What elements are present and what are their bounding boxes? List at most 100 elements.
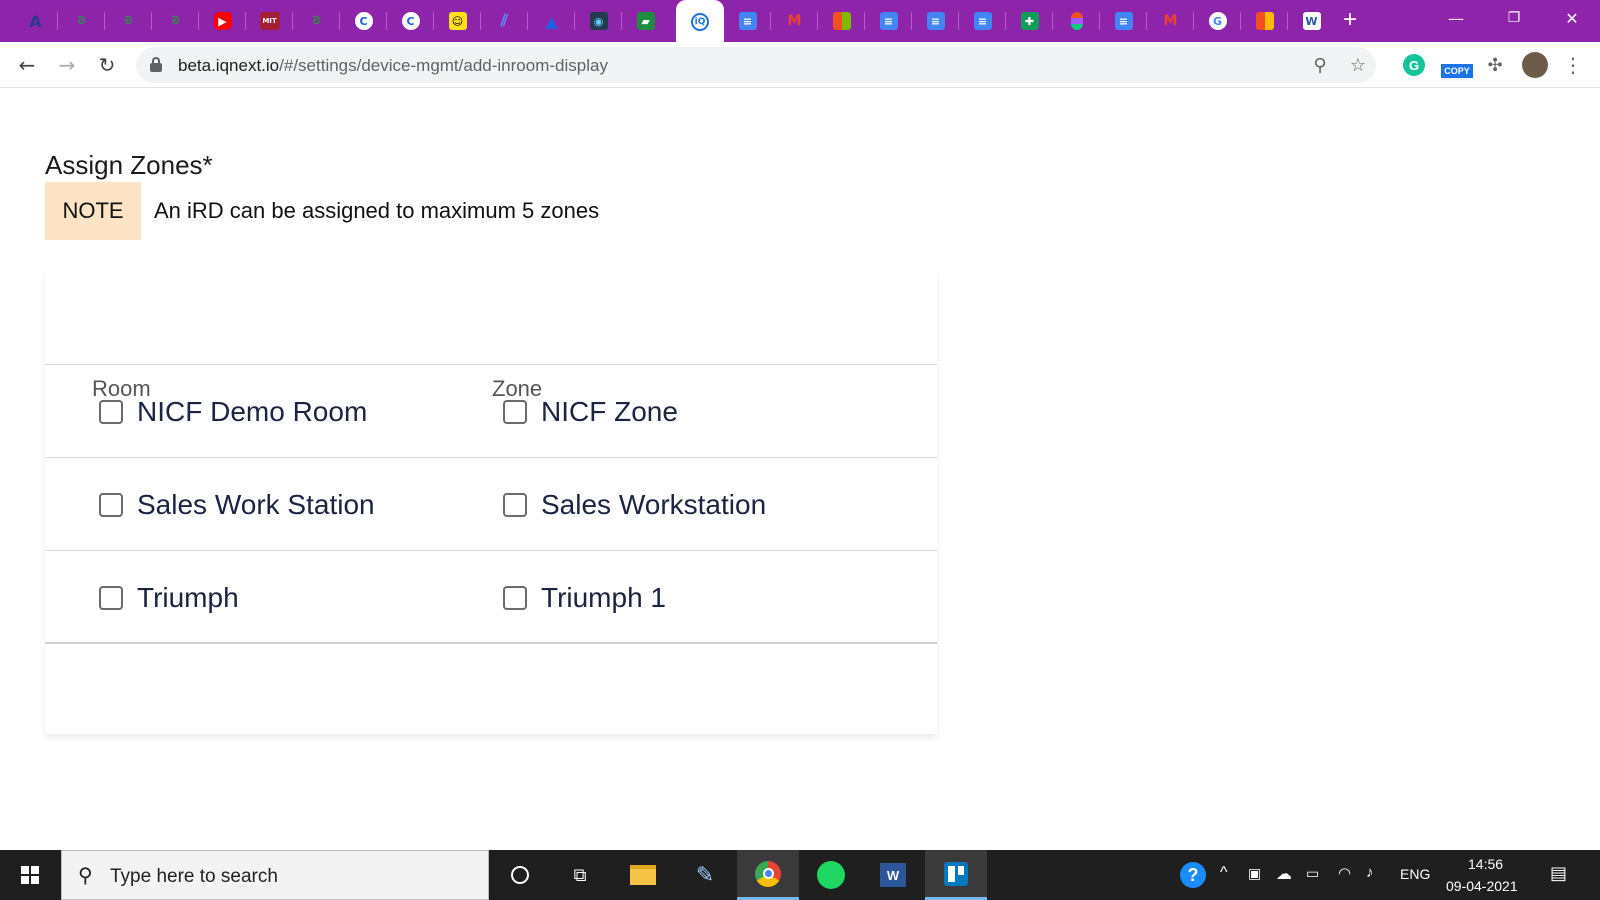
start-button[interactable] (0, 850, 60, 900)
reload-icon: ↻ (98, 53, 116, 77)
extensions-puzzle-icon[interactable]: ✣ (1480, 50, 1510, 80)
volume-icon[interactable]: ♪ (1366, 864, 1374, 881)
zoom-icon[interactable]: ⚲ (1308, 53, 1332, 77)
browser-tab[interactable]: ᘒ (152, 0, 199, 42)
room-checkbox[interactable] (99, 492, 123, 517)
browser-tab[interactable]: W (1288, 0, 1335, 42)
browser-tab[interactable]: C (340, 0, 387, 42)
browser-tab[interactable]: C (387, 0, 434, 42)
zone-checkbox[interactable] (503, 585, 527, 610)
spotify-button[interactable] (800, 850, 862, 900)
room-label: Sales Work Station (137, 488, 375, 520)
browser-tab[interactable]: ≡ (724, 0, 771, 42)
browser-tab-active[interactable]: iQ (676, 0, 724, 44)
zone-label: Triumph 1 (541, 581, 667, 613)
browser-tab[interactable]: M (771, 0, 818, 42)
browser-tab[interactable]: G (1194, 0, 1241, 42)
bookmark-star-icon[interactable]: ☆ (1346, 53, 1370, 77)
search-placeholder: Type here to search (110, 866, 278, 887)
browser-tab[interactable]: A (12, 0, 59, 42)
browser-tab[interactable]: ▲ (528, 0, 575, 42)
clock-time[interactable]: 14:56 (1468, 856, 1503, 872)
chrome-taskbar-button[interactable] (737, 850, 799, 900)
forward-button[interactable]: → (52, 50, 82, 80)
trello-taskbar-button[interactable] (925, 850, 987, 900)
zone-label: Sales Workstation (541, 488, 767, 520)
browser-tab[interactable]: ▰ (622, 0, 669, 42)
wifi-icon[interactable]: ◠ (1338, 864, 1351, 882)
browser-tab[interactable]: ᘒ (293, 0, 340, 42)
browser-tab[interactable] (1053, 0, 1100, 42)
help-icon[interactable]: ? (1180, 862, 1206, 888)
minimize-window-button[interactable]: — (1428, 0, 1484, 36)
arrow-right-icon: → (58, 53, 76, 77)
address-bar[interactable]: beta.iqnext.io/#/settings/device-mgmt/ad… (136, 47, 1376, 83)
search-icon: ⚲ (78, 865, 93, 887)
notification-center-icon[interactable]: ▤ (1550, 863, 1567, 884)
browser-tab[interactable]: ⫽ (481, 0, 528, 42)
browser-tab[interactable]: ≡ (959, 0, 1006, 42)
language-indicator[interactable]: ENG (1400, 866, 1430, 882)
word-taskbar-button[interactable]: W (862, 850, 924, 900)
google-docs-icon: ≡ (926, 12, 945, 30)
browser-tab[interactable]: ✚ (1006, 0, 1053, 42)
browser-tab[interactable]: MIT (246, 0, 293, 42)
browser-tab[interactable]: ◉ (575, 0, 622, 42)
browser-tab[interactable] (818, 0, 865, 42)
feather-app-button[interactable]: ✎ (674, 850, 736, 900)
browser-tab[interactable]: ▶ (199, 0, 246, 42)
browser-tab[interactable]: ᘒ (105, 0, 152, 42)
browser-tab[interactable]: ≡ (1100, 0, 1147, 42)
browser-tab[interactable]: ☺ (434, 0, 481, 42)
zone-checkbox[interactable] (503, 399, 527, 424)
file-explorer-button[interactable] (612, 850, 674, 900)
clock-date[interactable]: 09-04-2021 (1446, 878, 1518, 894)
triangle-logo-icon: ▲ (545, 11, 558, 31)
grammarly-extension-icon[interactable]: G (1399, 50, 1429, 80)
meet-now-icon[interactable]: ▣ (1248, 865, 1261, 882)
battery-icon[interactable]: ▭ (1306, 865, 1319, 882)
back-button[interactable]: ← (12, 50, 42, 80)
restore-window-button[interactable]: ❐ (1486, 0, 1542, 36)
iqnext-logo-icon: iQ (691, 13, 709, 31)
geeksforgeeks-icon: ᘒ (171, 14, 180, 27)
c-logo-icon: C (354, 12, 373, 30)
eye-logo-icon: ◉ (589, 12, 608, 30)
browser-tab[interactable]: ᘒ (58, 0, 105, 42)
cortana-button[interactable] (489, 850, 551, 900)
browser-tab[interactable]: ≡ (865, 0, 912, 42)
zone-cell: Sales Workstation (503, 458, 766, 551)
show-hidden-icons-chevron-icon[interactable]: ^ (1220, 864, 1228, 882)
room-checkbox[interactable] (99, 399, 123, 424)
microsoft-icon (1255, 12, 1274, 30)
browser-tab[interactable] (1241, 0, 1288, 42)
task-view-button[interactable]: ⧉ (549, 850, 611, 900)
browser-tab[interactable]: ≡ (912, 0, 959, 42)
task-view-icon: ⧉ (573, 864, 587, 885)
room-cell: NICF Demo Room (99, 365, 367, 458)
url-text[interactable]: beta.iqnext.io/#/settings/device-mgmt/ad… (178, 56, 608, 76)
room-cell: Triumph (99, 551, 239, 644)
figma-icon (1070, 12, 1083, 30)
reload-button[interactable]: ↻ (92, 50, 122, 80)
google-icon: G (1208, 12, 1227, 30)
google-docs-icon: ≡ (738, 12, 757, 30)
windows-taskbar: ⚲ Type here to search ⧉ ✎ W ? ^ ▣ ☁ ▭ ◠ … (0, 850, 1600, 900)
chrome-icon (755, 860, 781, 887)
taskbar-search-box[interactable]: ⚲ Type here to search (61, 850, 489, 900)
geeksforgeeks-icon: ᘒ (124, 14, 133, 27)
google-sheets-icon: ✚ (1020, 12, 1039, 30)
onedrive-cloud-icon[interactable]: ☁ (1276, 864, 1292, 884)
zone-checkbox[interactable] (503, 492, 527, 517)
browser-menu-icon[interactable]: ⋮ (1558, 50, 1588, 80)
close-window-button[interactable]: ✕ (1544, 0, 1600, 36)
room-checkbox[interactable] (99, 585, 123, 610)
room-label: NICF Demo Room (137, 395, 368, 427)
cortana-circle-icon (511, 866, 529, 884)
profile-avatar[interactable] (1520, 50, 1550, 80)
geeksforgeeks-icon: ᘒ (77, 14, 86, 27)
browser-tab[interactable]: M (1147, 0, 1194, 42)
new-tab-button[interactable]: + (1336, 6, 1364, 34)
copy-extension-icon[interactable]: COPY (1438, 50, 1476, 80)
note-badge: NOTE (45, 182, 141, 240)
